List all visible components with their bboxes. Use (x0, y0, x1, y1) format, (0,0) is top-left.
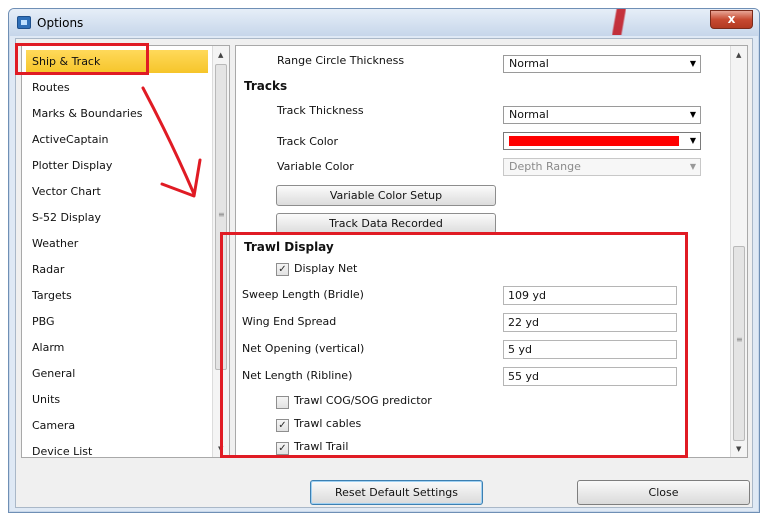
annotation-arrow-icon (141, 86, 202, 198)
